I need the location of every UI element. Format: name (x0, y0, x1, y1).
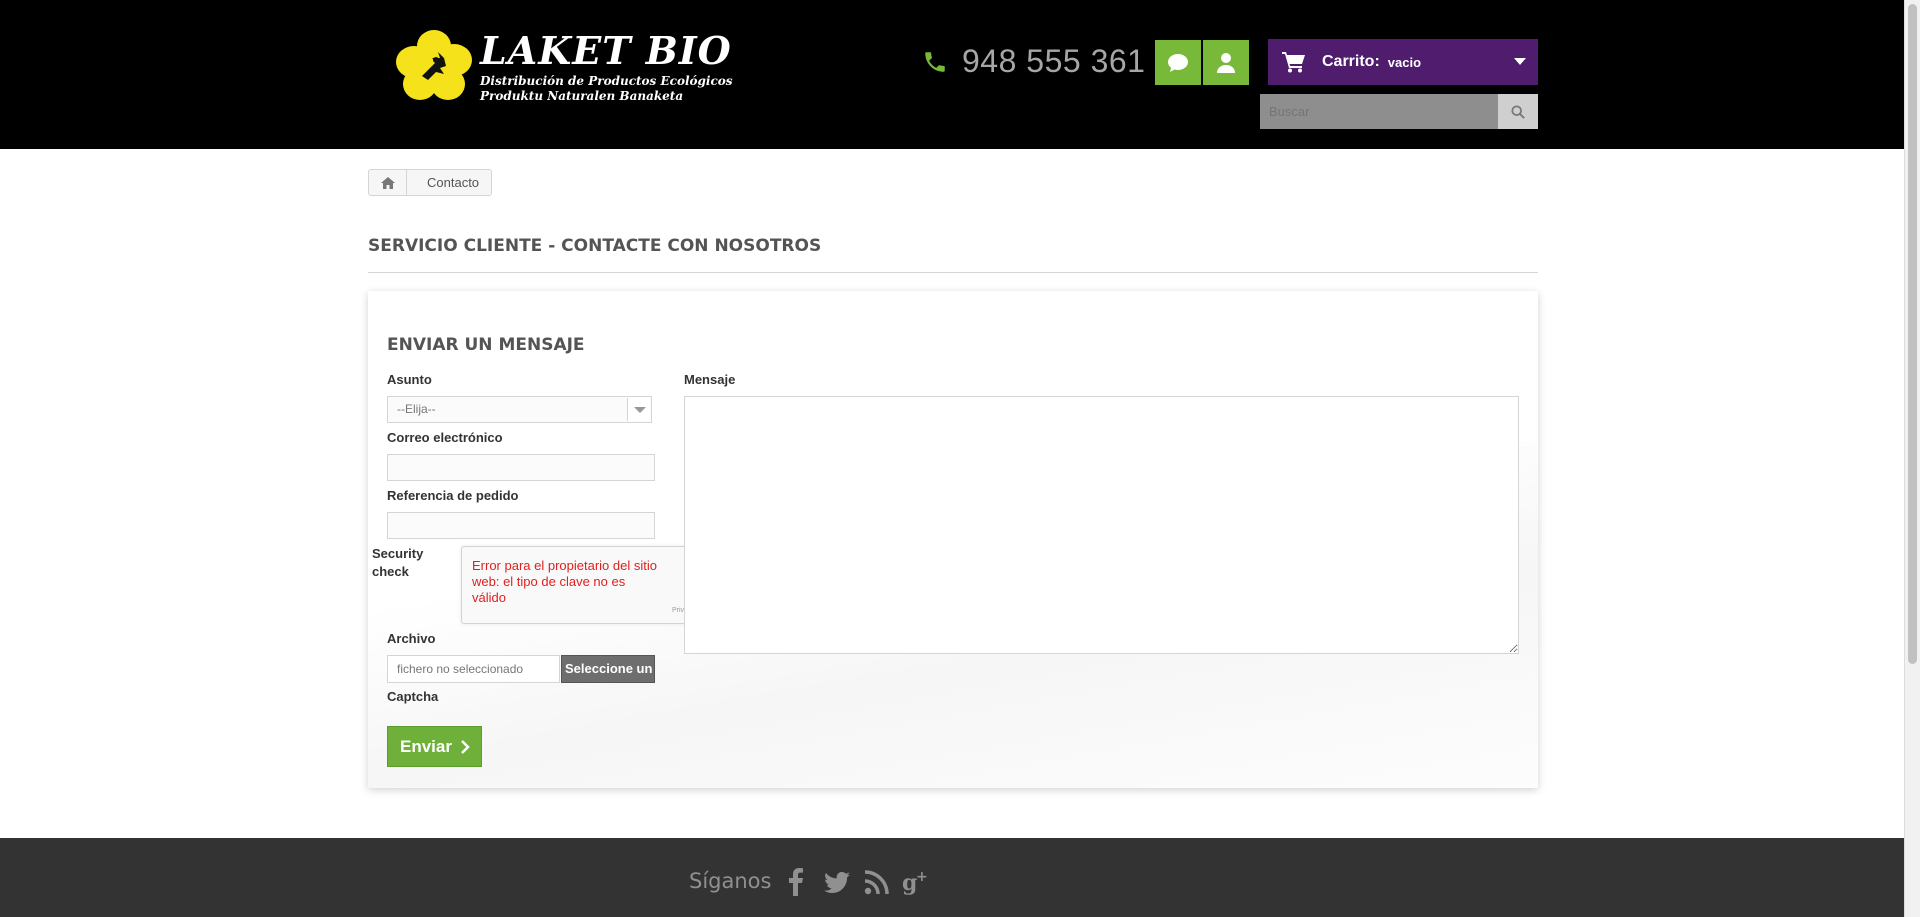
facebook-icon[interactable] (782, 868, 810, 896)
chat-icon (1168, 53, 1188, 72)
file-select-button[interactable]: Seleccione un (561, 655, 655, 683)
subject-label: Asunto (387, 372, 432, 387)
captcha-error-message: Error para el propietario del sitio web:… (472, 558, 657, 605)
page-scrollbar[interactable] (1904, 0, 1920, 917)
file-name-display: fichero no seleccionado (387, 655, 560, 683)
file-label: Archivo (387, 631, 436, 646)
logo-subtitle-line1: Distribución de Productos Ecológicos (480, 74, 733, 88)
flower-logo-icon (396, 30, 472, 100)
security-check-label-line2: check (372, 564, 409, 579)
captcha-privacy-link[interactable]: Priv (672, 607, 684, 614)
logo-subtitle-line2: Produktu Naturalen Banaketa (480, 89, 684, 103)
breadcrumb-home[interactable] (369, 170, 407, 195)
chevron-down-icon (1514, 58, 1526, 65)
cart-label: Carrito: (1322, 53, 1380, 70)
message-textarea[interactable] (684, 396, 1519, 654)
home-icon (380, 176, 395, 189)
breadcrumb: Contacto (368, 169, 493, 196)
cart-status: vacio (1387, 54, 1422, 70)
search-button[interactable] (1498, 94, 1538, 129)
phone-icon (925, 51, 945, 72)
phone-contact: 948 555 361 (922, 43, 1145, 80)
search-input[interactable] (1260, 94, 1498, 129)
twitter-icon[interactable] (823, 868, 851, 896)
recaptcha-widget[interactable]: Error para el propietario del sitio web:… (461, 546, 691, 624)
svg-text:+: + (916, 869, 928, 885)
chevron-down-icon (627, 398, 650, 421)
rss-icon[interactable] (863, 868, 891, 896)
breadcrumb-current: Contacto (427, 175, 480, 190)
site-header: LAKET BIO Distribución de Productos Ecol… (0, 0, 1904, 149)
user-icon (1217, 52, 1235, 73)
scrollbar-thumb[interactable] (1908, 4, 1917, 664)
subject-selected-value: --Elija-- (397, 402, 436, 416)
subject-select[interactable]: --Elija-- (387, 396, 652, 423)
logo-title: LAKET BIO (480, 28, 732, 73)
account-button[interactable] (1203, 40, 1249, 85)
shopping-cart-icon (1282, 52, 1305, 73)
email-field[interactable] (387, 454, 655, 481)
submit-label: Enviar (400, 736, 452, 756)
chevron-right-icon (461, 739, 470, 754)
security-check-label-line1: Security (372, 546, 424, 561)
submit-button[interactable]: Enviar (387, 726, 482, 767)
follow-us-label: Síganos (689, 869, 772, 893)
email-label: Correo electrónico (387, 430, 503, 445)
message-label: Mensaje (684, 372, 736, 387)
page-title: SERVICIO CLIENTE - CONTACTE CON NOSOTROS (368, 236, 1538, 273)
order-reference-field[interactable] (387, 512, 655, 539)
order-reference-label: Referencia de pedido (387, 488, 519, 503)
search-icon (1511, 104, 1525, 119)
search-bar (1260, 94, 1538, 129)
form-title: ENVIAR UN MENSAJE (387, 335, 585, 355)
contact-form: ENVIAR UN MENSAJE Asunto --Elija-- Corre… (368, 291, 1538, 788)
google-plus-icon[interactable]: g + (902, 868, 930, 896)
chat-button[interactable] (1155, 40, 1201, 85)
phone-number: 948 555 361 (962, 43, 1146, 79)
site-footer: Síganos g + (0, 838, 1904, 917)
site-logo[interactable]: LAKET BIO Distribución de Productos Ecol… (392, 28, 733, 108)
cart-dropdown[interactable]: Carrito: vacio (1268, 39, 1538, 85)
captcha-label: Captcha (387, 689, 439, 704)
